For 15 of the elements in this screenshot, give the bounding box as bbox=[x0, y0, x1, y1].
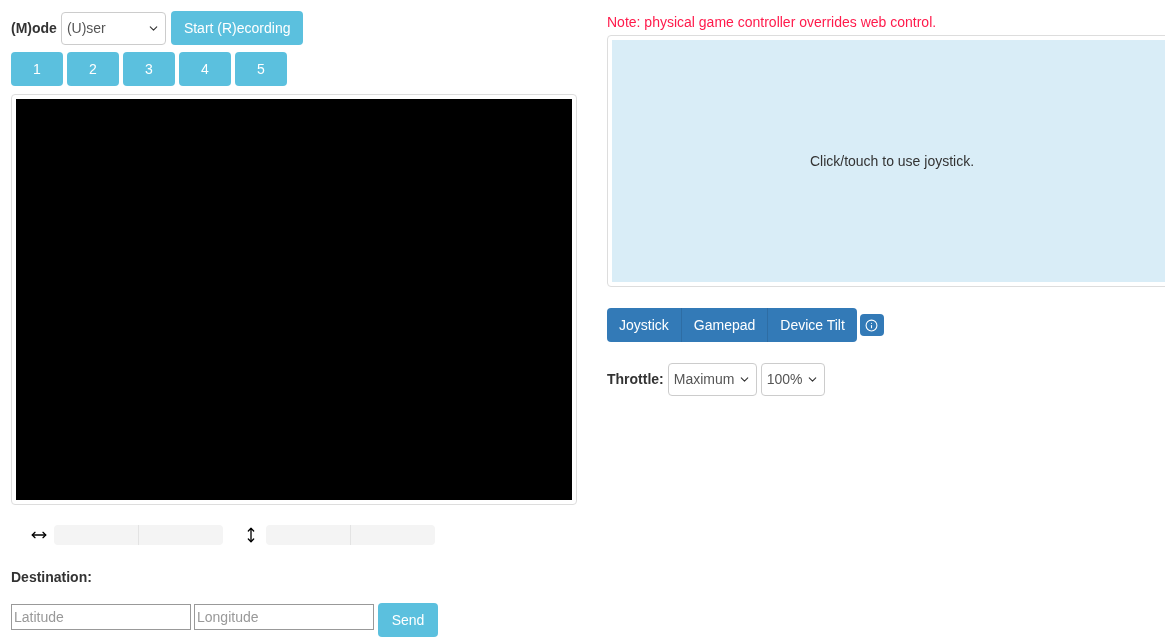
throttle-mode-select[interactable]: Maximum bbox=[667, 363, 757, 396]
mode-label: (M)ode bbox=[11, 18, 57, 38]
control-mode-button[interactable]: Gamepad bbox=[680, 308, 768, 342]
destination-label: Destination: bbox=[11, 568, 93, 587]
info-icon bbox=[865, 318, 879, 332]
control-mode-button[interactable]: Joystick bbox=[607, 308, 681, 342]
controller-note: Note: physical game controller overrides web control. bbox=[607, 13, 938, 32]
latitude-field[interactable]: Latitude bbox=[11, 603, 191, 630]
info-button[interactable] bbox=[859, 314, 884, 336]
control-mode-button[interactable]: Device Tilt bbox=[767, 308, 857, 342]
joystick-area[interactable]: Click/touch to use joystick. bbox=[612, 40, 1165, 282]
throttle-label: Throttle: bbox=[607, 370, 664, 389]
throttle-percent-select[interactable]: 100% bbox=[760, 363, 825, 396]
mode-select[interactable]: (U)ser bbox=[60, 11, 166, 45]
longitude-field[interactable]: Longitude bbox=[194, 603, 374, 630]
